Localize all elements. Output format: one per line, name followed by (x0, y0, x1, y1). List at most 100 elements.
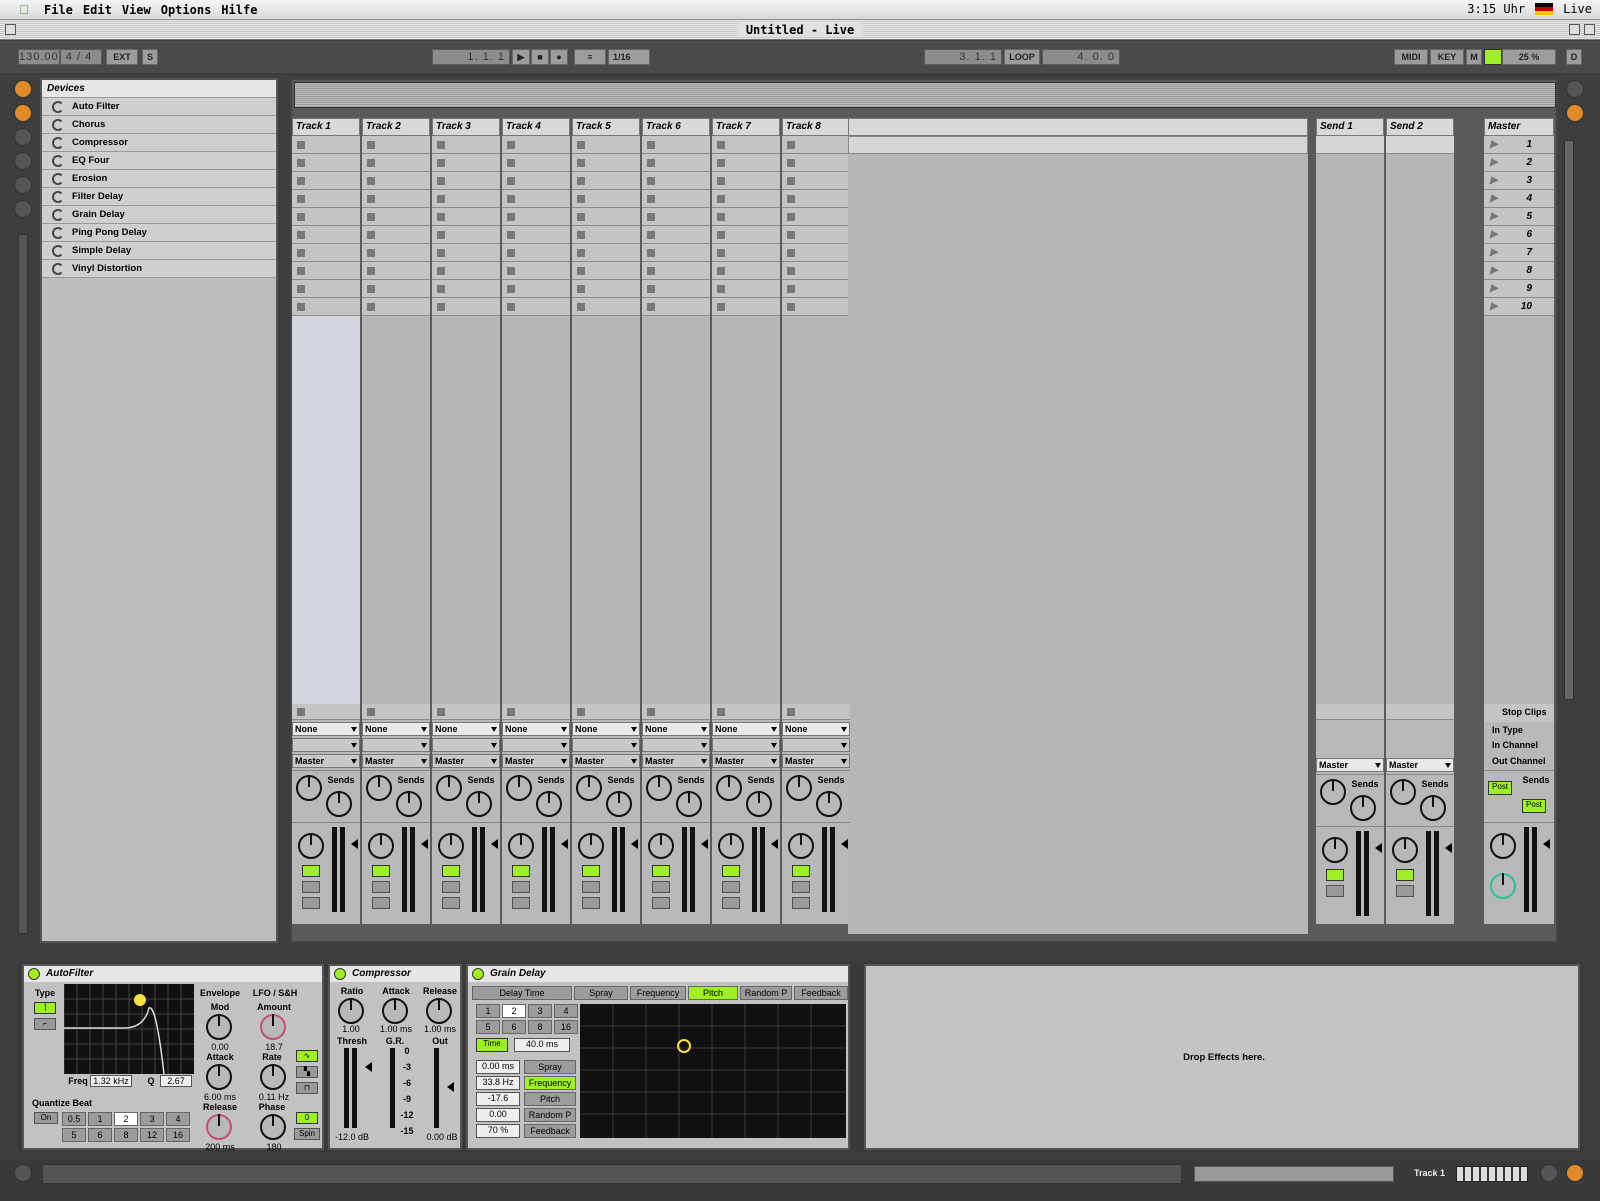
xy-axis-tab[interactable]: Delay Time (472, 986, 572, 1000)
stop-icon[interactable] (367, 141, 375, 149)
xy-axis-tab[interactable]: Frequency (630, 986, 686, 1000)
clip-slot[interactable] (362, 280, 430, 298)
stop-icon[interactable] (787, 249, 795, 257)
volume-fader-icon[interactable] (346, 839, 358, 849)
stop-icon[interactable] (507, 303, 515, 311)
clip-slot[interactable] (362, 190, 430, 208)
stop-icon[interactable] (787, 303, 795, 311)
tempo-field[interactable]: 130.00 (18, 49, 60, 65)
file-browser-1-icon[interactable] (14, 152, 32, 170)
clip-slot[interactable] (642, 226, 710, 244)
stop-icon[interactable] (647, 249, 655, 257)
stop-icon[interactable] (647, 195, 655, 203)
clip-slot[interactable] (502, 190, 570, 208)
song-position[interactable]: 1. 1. 1 (432, 49, 510, 65)
stop-icon[interactable] (297, 285, 305, 293)
scene-launch[interactable]: ▶ 2 (1484, 154, 1554, 172)
headphone-icon[interactable] (722, 881, 740, 893)
time-button[interactable]: Time (476, 1038, 508, 1052)
overview-bar[interactable] (294, 82, 1556, 108)
stop-icon[interactable] (507, 213, 515, 221)
record-button[interactable]: ● (550, 49, 568, 65)
stop-icon[interactable] (367, 267, 375, 275)
stop-icon[interactable] (647, 159, 655, 167)
clip-slot[interactable] (782, 280, 850, 298)
stop-icon[interactable] (437, 249, 445, 257)
quantize-beat-button[interactable]: 16 (166, 1128, 190, 1142)
loop-button[interactable]: LOOP (1004, 49, 1040, 65)
detail-view-icon[interactable] (1540, 1164, 1558, 1182)
quantize-beat-button[interactable]: 1 (88, 1112, 112, 1126)
clip-slot[interactable] (292, 280, 360, 298)
clip-slot[interactable] (432, 136, 500, 154)
spin-button[interactable]: Spin (294, 1128, 320, 1140)
file-browser-3-icon[interactable] (14, 200, 32, 218)
collapse-box-icon[interactable] (1584, 24, 1595, 35)
param-assign-button[interactable]: Feedback (524, 1124, 576, 1138)
speaker-icon[interactable] (582, 865, 600, 877)
stop-icon[interactable] (437, 177, 445, 185)
input-channel-select[interactable] (362, 738, 430, 752)
stop-all-icon[interactable] (367, 708, 375, 716)
output-select[interactable]: Master (432, 754, 500, 768)
browser-item[interactable]: Chorus (42, 116, 276, 134)
lowpass-icon[interactable]: ⌉ (34, 1002, 56, 1014)
send-1-knob[interactable] (1390, 779, 1416, 805)
stop-icon[interactable] (297, 159, 305, 167)
stop-all-icon[interactable] (717, 708, 725, 716)
send-1-knob[interactable] (296, 775, 322, 801)
input-type-select[interactable]: None (432, 722, 500, 736)
stop-icon[interactable] (367, 249, 375, 257)
stop-all-icon[interactable] (297, 708, 305, 716)
send-2-knob[interactable] (396, 791, 422, 817)
pan-knob[interactable] (1392, 837, 1418, 863)
delay-beat-button[interactable]: 4 (554, 1004, 578, 1018)
speaker-icon[interactable] (792, 865, 810, 877)
track-body[interactable] (712, 316, 780, 704)
clip-slot[interactable] (502, 154, 570, 172)
browser-item[interactable]: Simple Delay (42, 242, 276, 260)
stop-icon[interactable] (437, 195, 445, 203)
clip-slot[interactable] (712, 190, 780, 208)
headphone-icon[interactable] (1396, 885, 1414, 897)
xy-axis-tab[interactable]: Pitch (688, 986, 738, 1000)
track-title[interactable]: Track 4 (502, 118, 570, 136)
clip-slot[interactable] (712, 172, 780, 190)
clip-slot[interactable] (572, 172, 640, 190)
xy-axis-tab[interactable]: Spray (574, 986, 628, 1000)
clip-slot[interactable] (362, 172, 430, 190)
input-type-select[interactable]: None (292, 722, 360, 736)
clip-slot[interactable] (292, 226, 360, 244)
input-channel-select[interactable] (502, 738, 570, 752)
clip-slot[interactable] (362, 154, 430, 172)
record-arm-icon[interactable] (792, 897, 810, 909)
flag-icon[interactable] (1535, 3, 1554, 15)
send-2-knob[interactable] (1420, 795, 1446, 821)
send-2-knob[interactable] (746, 791, 772, 817)
track-title[interactable]: Track 8 (782, 118, 850, 136)
volume-fader-icon[interactable] (626, 839, 638, 849)
stop-icon[interactable] (507, 267, 515, 275)
send-2-knob[interactable] (1350, 795, 1376, 821)
highpass-icon[interactable]: ⌐ (34, 1018, 56, 1030)
clip-slot[interactable] (642, 280, 710, 298)
stop-icon[interactable] (507, 285, 515, 293)
stop-icon[interactable] (647, 213, 655, 221)
clip-slot[interactable] (432, 172, 500, 190)
clip-slot[interactable] (642, 262, 710, 280)
clip-slot[interactable] (292, 262, 360, 280)
track-title[interactable]: Track 1 (292, 118, 360, 136)
clip-slot[interactable] (292, 298, 360, 316)
input-type-select[interactable]: None (782, 722, 850, 736)
stop-icon[interactable] (507, 177, 515, 185)
input-channel-select[interactable] (292, 738, 360, 752)
stop-icon[interactable] (507, 159, 515, 167)
browser-item[interactable]: Filter Delay (42, 188, 276, 206)
clip-slot[interactable] (572, 298, 640, 316)
clip-slot[interactable] (292, 136, 360, 154)
stop-icon[interactable] (647, 231, 655, 239)
stop-icon[interactable] (367, 213, 375, 221)
record-arm-icon[interactable] (372, 897, 390, 909)
pan-knob[interactable] (298, 833, 324, 859)
browser-item[interactable]: EQ Four (42, 152, 276, 170)
